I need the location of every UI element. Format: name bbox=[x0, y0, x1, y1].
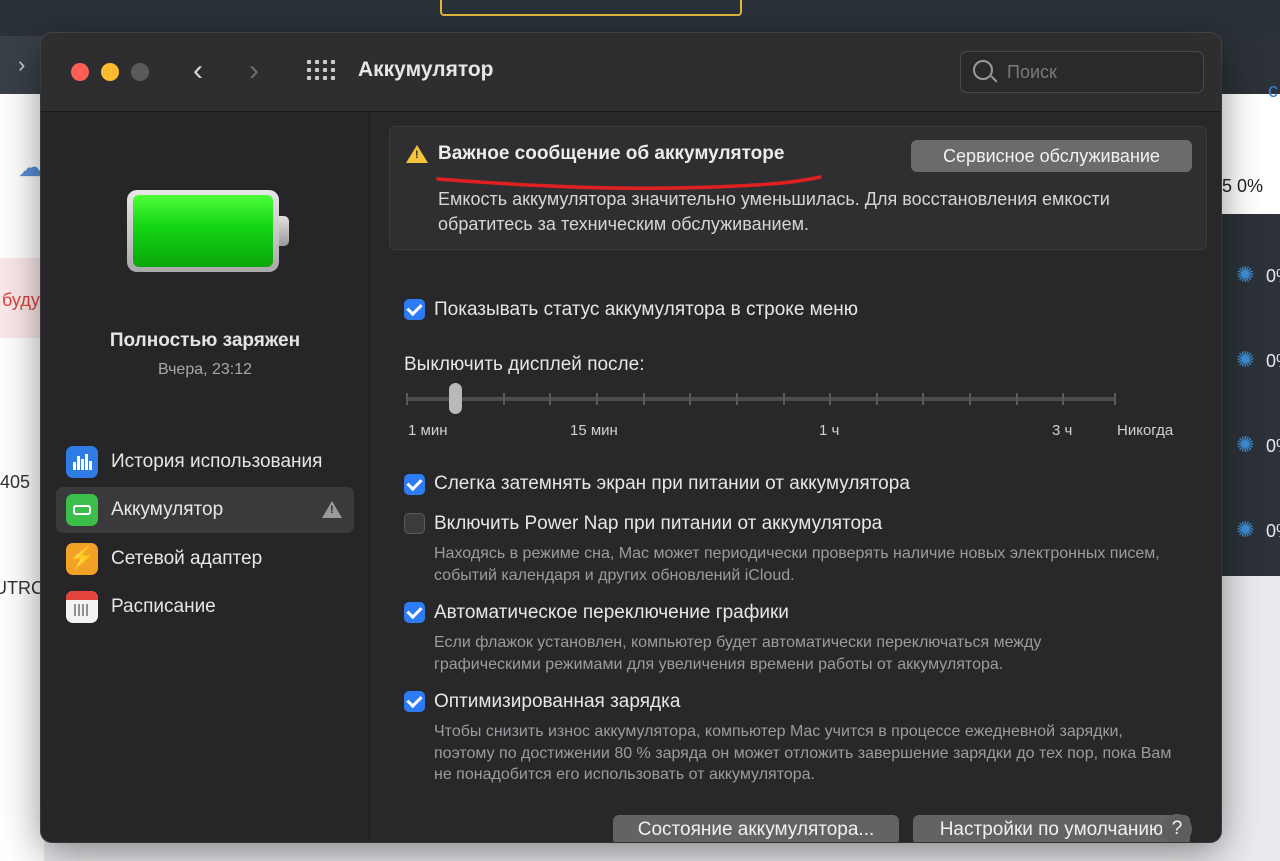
slider-scale-label: 1 мин bbox=[408, 422, 448, 439]
display-off-slider-track[interactable] bbox=[406, 397, 1116, 401]
background-app-error-text: буду bbox=[2, 290, 40, 310]
spinner-icon: ✺ bbox=[1236, 432, 1255, 457]
search-input[interactable] bbox=[1005, 58, 1194, 86]
slider-tick bbox=[876, 393, 878, 405]
forward-arrow-icon: › bbox=[249, 54, 259, 87]
sidebar-item-label: Сетевой адаптер bbox=[111, 548, 263, 569]
background-app-label: UTRC bbox=[0, 578, 44, 598]
slider-tick bbox=[1062, 393, 1064, 405]
sidebar-item-usage-history[interactable]: История использования bbox=[56, 439, 354, 485]
slider-scale-label: Никогда bbox=[1117, 422, 1174, 439]
slider-tick bbox=[829, 393, 831, 405]
optimized-charging-label: Оптимизированная зарядка bbox=[434, 691, 681, 712]
battery-full-icon bbox=[127, 190, 289, 272]
slider-tick bbox=[736, 393, 738, 405]
battery-preferences-window: ‹ › Аккумулятор Полностью заряжен Вчера,… bbox=[41, 33, 1221, 842]
bar-chart-icon bbox=[66, 446, 98, 478]
show-status-checkbox[interactable] bbox=[404, 299, 425, 320]
service-button[interactable]: Сервисное обслуживание bbox=[911, 140, 1192, 172]
power-nap-checkbox[interactable] bbox=[404, 513, 425, 534]
auto-graphics-checkbox[interactable] bbox=[404, 602, 425, 623]
display-off-slider-knob[interactable] bbox=[449, 383, 462, 414]
warning-icon bbox=[406, 145, 428, 163]
dim-screen-checkbox[interactable] bbox=[404, 474, 425, 495]
slider-tick bbox=[922, 393, 924, 405]
slider-tick bbox=[596, 393, 598, 405]
auto-graphics-label: Автоматическое переключение графики bbox=[434, 602, 789, 623]
battery-icon bbox=[66, 494, 98, 526]
minimize-window-button[interactable] bbox=[101, 63, 119, 81]
sidebar-item-power-adapter[interactable]: ⚡ Сетевой адаптер bbox=[56, 536, 354, 582]
slider-scale-label: 3 ч bbox=[1052, 422, 1073, 439]
background-app-percent: 0% bbox=[1266, 436, 1280, 456]
help-button[interactable]: ? bbox=[1162, 814, 1192, 842]
charge-status-time: Вчера, 23:12 bbox=[157, 361, 253, 378]
background-app-percent: 5 0% bbox=[1222, 176, 1264, 196]
optimized-charging-description: Чтобы снизить износ аккумулятора, компью… bbox=[434, 723, 1172, 783]
slider-tick bbox=[1114, 393, 1116, 405]
background-app-percent: 0% bbox=[1266, 351, 1280, 371]
auto-graphics-description: Если флажок установлен, компьютер будет … bbox=[434, 634, 1042, 673]
sidebar-item-label: История использования bbox=[111, 451, 323, 472]
slider-tick bbox=[549, 393, 551, 405]
search-field[interactable] bbox=[960, 51, 1204, 93]
slider-tick bbox=[1016, 393, 1018, 405]
battery-health-button[interactable]: Состояние аккумулятора... bbox=[613, 815, 899, 842]
sidebar-item-label: Расписание bbox=[111, 596, 216, 617]
close-window-button[interactable] bbox=[71, 63, 89, 81]
calendar-icon bbox=[66, 591, 98, 623]
slider-tick bbox=[783, 393, 785, 405]
search-icon bbox=[973, 60, 993, 80]
spinner-icon: ✺ bbox=[1236, 517, 1255, 542]
charge-status-title: Полностью заряжен bbox=[109, 330, 301, 351]
spinner-icon: ✺ bbox=[1236, 262, 1255, 287]
spinner-icon: ✺ bbox=[1236, 347, 1255, 372]
background-app-percent: 0% bbox=[1266, 521, 1280, 541]
show-status-label: Показывать статус аккумулятора в строке … bbox=[434, 299, 859, 320]
slider-tick bbox=[689, 393, 691, 405]
power-nap-description: Находясь в режиме сна, Mac может периоди… bbox=[434, 545, 1160, 584]
background-app-right-band bbox=[1220, 128, 1280, 214]
battery-alert-box: Важное сообщение об аккумуляторе Емкость… bbox=[389, 126, 1207, 250]
background-app-highlight-box bbox=[440, 0, 742, 16]
alert-title: Важное сообщение об аккумуляторе bbox=[438, 143, 785, 164]
sidebar: Полностью заряжен Вчера, 23:12 История и… bbox=[41, 112, 370, 842]
zoom-window-button bbox=[131, 63, 149, 81]
slider-tick bbox=[969, 393, 971, 405]
dim-screen-label: Слегка затемнять экран при питании от ак… bbox=[434, 473, 910, 494]
warning-icon bbox=[322, 501, 342, 518]
slider-tick bbox=[643, 393, 645, 405]
slider-tick bbox=[503, 393, 505, 405]
sidebar-item-battery[interactable]: Аккумулятор bbox=[56, 487, 354, 533]
background-app-number: 405 bbox=[0, 472, 31, 492]
background-app-link: c bbox=[1268, 80, 1278, 102]
show-all-grid-icon[interactable] bbox=[307, 60, 335, 82]
background-app-percent: 0% bbox=[1266, 266, 1280, 286]
restore-defaults-button[interactable]: Настройки по умолчанию bbox=[913, 815, 1190, 842]
sidebar-item-label: Аккумулятор bbox=[111, 499, 224, 520]
sidebar-item-schedule[interactable]: Расписание bbox=[56, 584, 354, 630]
chevron-right-icon: › bbox=[18, 52, 26, 77]
display-off-label: Выключить дисплей после: bbox=[404, 354, 645, 375]
window-title: Аккумулятор bbox=[358, 58, 494, 81]
back-arrow-icon[interactable]: ‹ bbox=[193, 51, 203, 91]
power-nap-label: Включить Power Nap при питании от аккуму… bbox=[434, 513, 883, 534]
window-titlebar: ‹ › Аккумулятор bbox=[41, 33, 1221, 112]
lightning-icon: ⚡ bbox=[66, 543, 98, 575]
alert-text: Емкость аккумулятора значительно уменьши… bbox=[438, 189, 1110, 234]
battery-settings-pane: Важное сообщение об аккумуляторе Емкость… bbox=[370, 112, 1221, 842]
slider-scale-label: 15 мин bbox=[570, 422, 618, 439]
slider-tick bbox=[406, 393, 408, 405]
slider-scale-label: 1 ч bbox=[819, 422, 840, 439]
optimized-charging-checkbox[interactable] bbox=[404, 691, 425, 712]
